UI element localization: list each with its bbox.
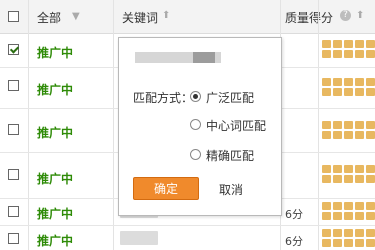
row-checkbox[interactable] bbox=[8, 124, 19, 135]
quality-stars bbox=[322, 78, 375, 98]
radio-exact-match[interactable] bbox=[190, 149, 201, 160]
status-text: 推广中 bbox=[37, 172, 74, 186]
sort-up-icon[interactable]: ⬆ bbox=[356, 10, 364, 21]
quality-stars bbox=[322, 165, 375, 185]
status-text: 推广中 bbox=[37, 234, 74, 248]
quality-score-column-header[interactable]: 质量得分 bbox=[285, 9, 333, 26]
keyword-column-header[interactable]: 关键词 bbox=[122, 9, 158, 26]
match-type-label: 匹配方式： bbox=[133, 91, 194, 105]
quality-score-value: 6分 bbox=[285, 235, 303, 248]
status-filter-label[interactable]: 全部 bbox=[37, 9, 61, 26]
option-phrase-match[interactable]: 中心词匹配 bbox=[206, 117, 266, 134]
quality-stars bbox=[322, 202, 375, 222]
sort-up-icon[interactable]: ⬆ bbox=[162, 10, 170, 21]
row-checkbox[interactable] bbox=[8, 44, 19, 55]
table-row: 推广中 6分 bbox=[0, 226, 375, 250]
cancel-button[interactable]: 取消 bbox=[219, 181, 243, 198]
keyword-text-blurred bbox=[193, 52, 215, 63]
keyword-text-blurred bbox=[120, 231, 158, 245]
radio-phrase-match[interactable] bbox=[190, 119, 201, 130]
status-text: 推广中 bbox=[37, 83, 74, 97]
select-all-checkbox[interactable] bbox=[8, 11, 19, 22]
row-checkbox[interactable] bbox=[8, 233, 19, 244]
row-checkbox[interactable] bbox=[8, 80, 19, 91]
status-text: 推广中 bbox=[37, 46, 74, 60]
quality-stars bbox=[322, 40, 375, 60]
option-broad-match[interactable]: 广泛匹配 bbox=[206, 89, 254, 106]
match-type-popup: 匹配方式： 广泛匹配 中心词匹配 精确匹配 确定 取消 bbox=[118, 37, 282, 216]
quality-stars bbox=[322, 229, 375, 249]
help-icon[interactable]: ? bbox=[340, 10, 351, 21]
row-checkbox[interactable] bbox=[8, 206, 19, 217]
radio-broad-match[interactable] bbox=[190, 91, 201, 102]
chevron-down-icon[interactable]: ▼ bbox=[72, 11, 80, 22]
quality-score-value: 6分 bbox=[285, 208, 303, 221]
status-text: 推广中 bbox=[37, 126, 74, 140]
quality-stars bbox=[322, 121, 375, 141]
option-exact-match[interactable]: 精确匹配 bbox=[206, 147, 254, 164]
status-text: 推广中 bbox=[37, 207, 74, 221]
confirm-button[interactable]: 确定 bbox=[133, 177, 199, 200]
row-checkbox[interactable] bbox=[8, 169, 19, 180]
